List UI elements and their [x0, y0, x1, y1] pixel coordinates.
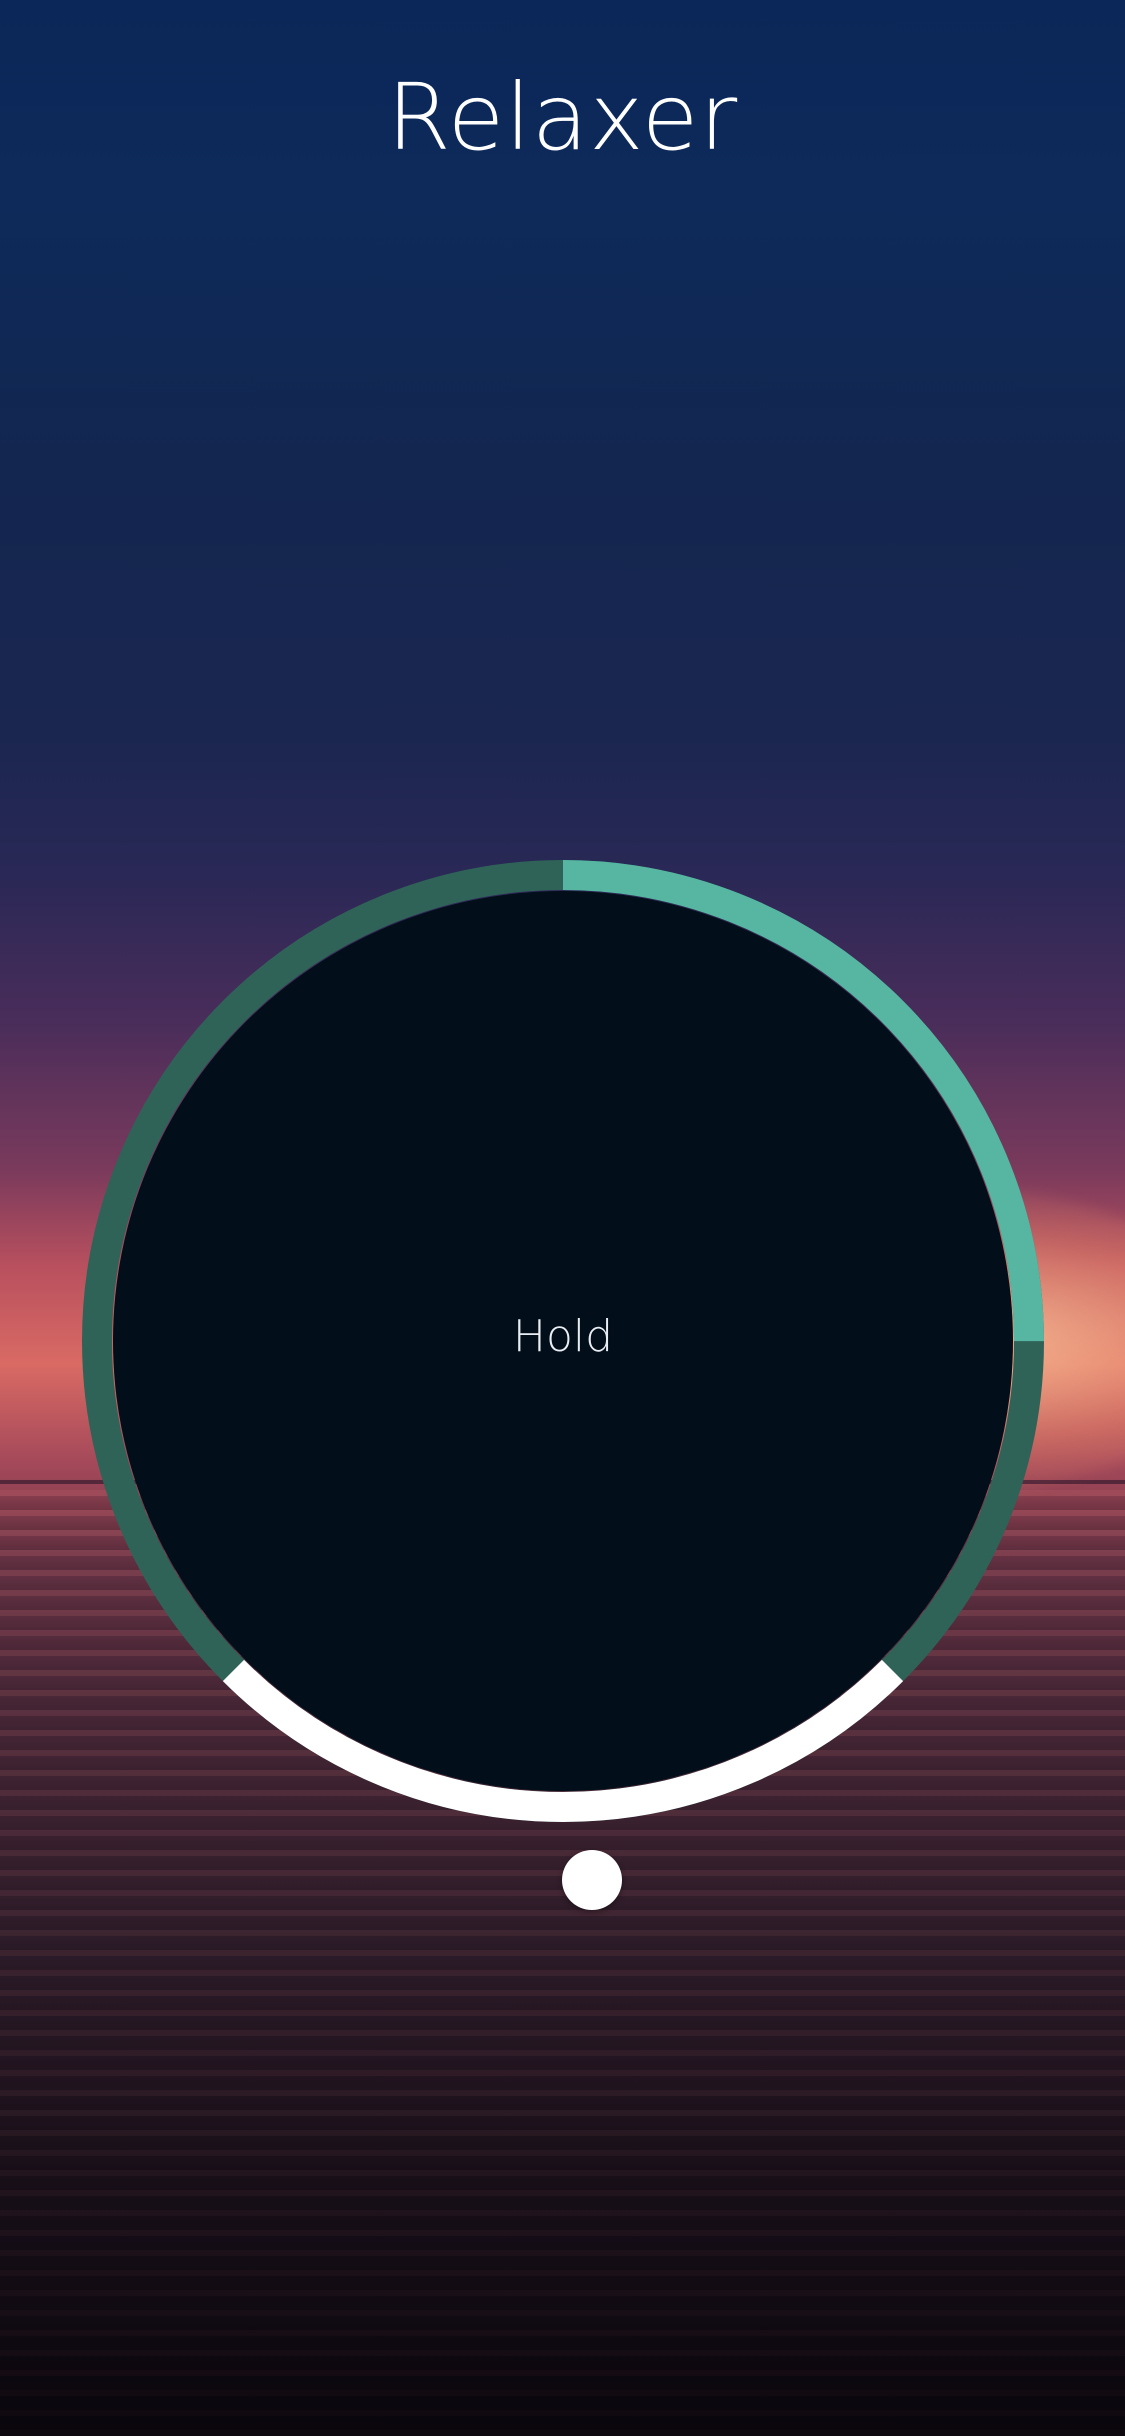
phase-indicator-dot[interactable] — [562, 1850, 622, 1910]
relaxer-screen: Relaxer Hold — [0, 0, 1125, 2436]
app-title: Relaxer — [386, 64, 739, 171]
breath-phase-label: Hold — [512, 1311, 614, 1362]
